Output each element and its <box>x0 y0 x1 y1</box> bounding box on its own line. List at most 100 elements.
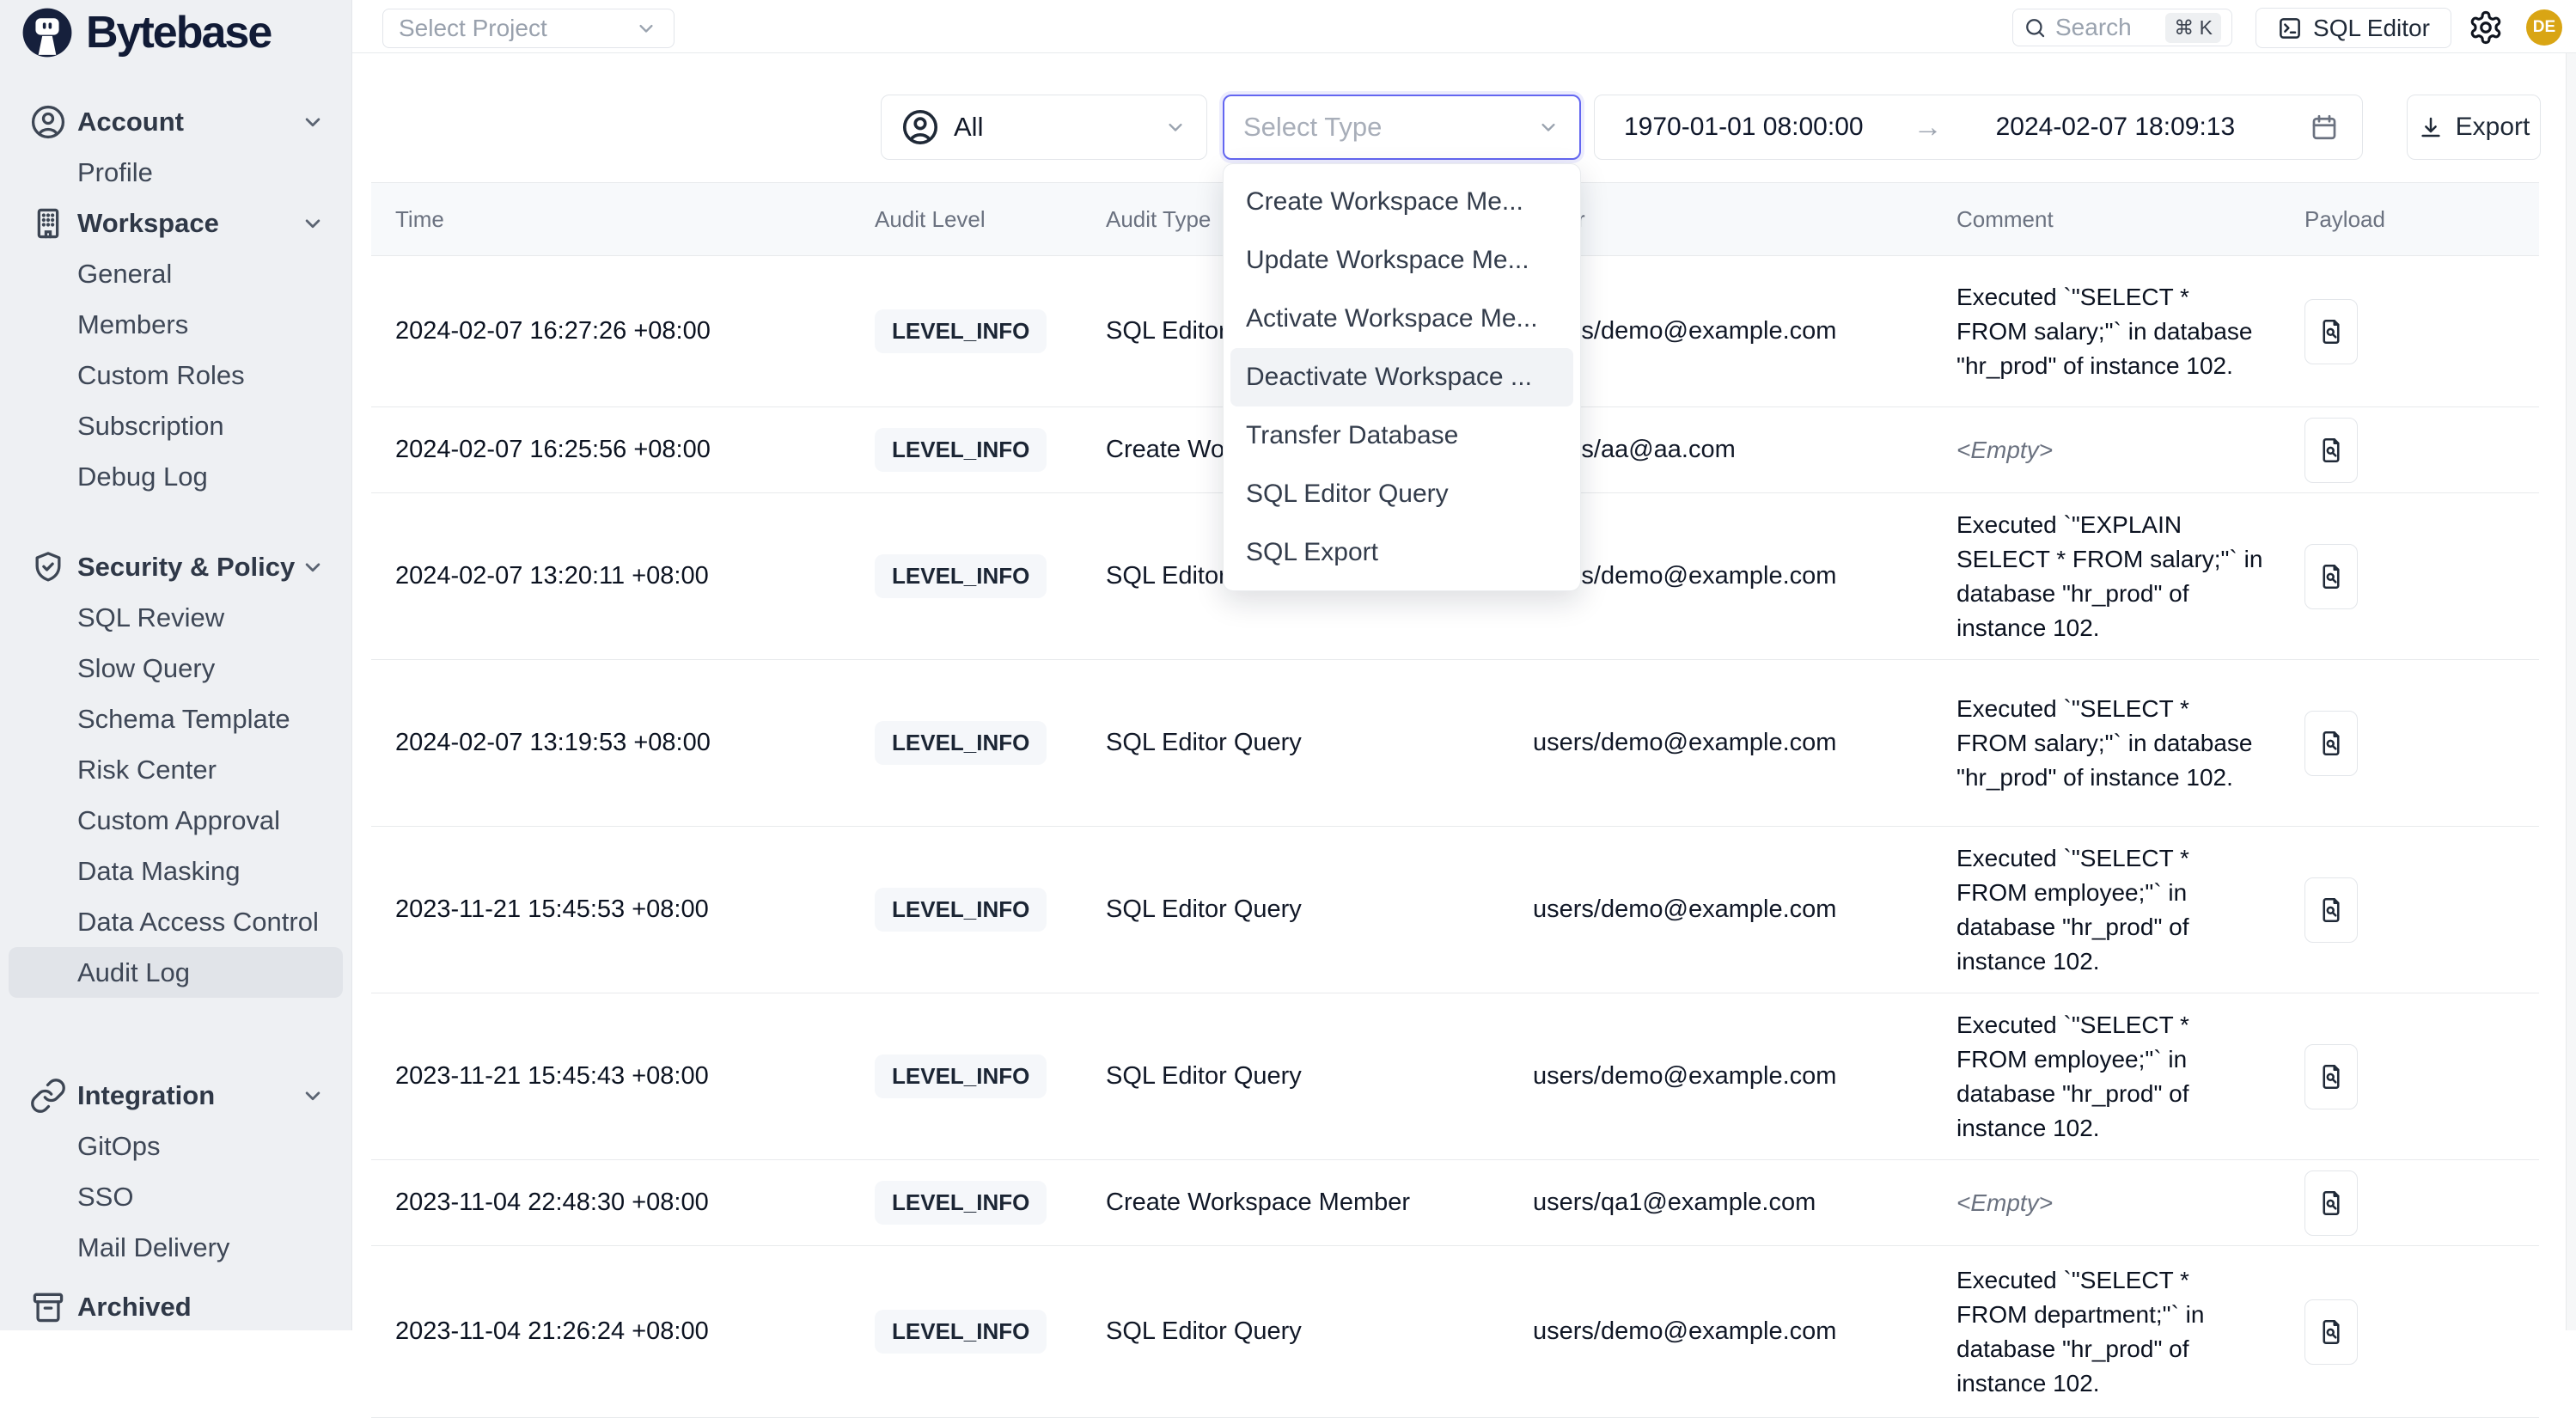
brand-wordmark: Bytebase <box>86 7 271 58</box>
search-input[interactable]: Search ⌘ K <box>2012 9 2232 46</box>
cell-audit-level: LEVEL_INFO <box>875 1181 1106 1225</box>
actor-filter-select[interactable]: All <box>881 95 1207 160</box>
type-filter-select[interactable]: Select Type <box>1223 95 1581 160</box>
sidebar-item-custom-roles[interactable]: Custom Roles <box>9 350 343 400</box>
audit-level-badge: LEVEL_INFO <box>875 309 1047 353</box>
col-header-time: Time <box>371 206 875 233</box>
cell-comment: Executed `"SELECT * FROM department;"` i… <box>1956 1263 2298 1401</box>
sidebar-item-general[interactable]: General <box>9 248 343 299</box>
scrollbar[interactable] <box>2566 53 2576 1330</box>
cell-audit-level: LEVEL_INFO <box>875 721 1106 765</box>
sidebar-item-data-access-control[interactable]: Data Access Control <box>9 896 343 947</box>
cell-actor: users/demo@example.com <box>1533 1062 1956 1091</box>
type-dropdown-option[interactable]: Create Workspace Me... <box>1230 173 1573 231</box>
payload-view-button[interactable] <box>2304 299 2358 364</box>
audit-level-badge: LEVEL_INFO <box>875 721 1047 765</box>
table-row: 2023-11-04 22:48:30 +08:00 LEVEL_INFO Cr… <box>371 1160 2539 1246</box>
bytebase-logo[interactable]: Bytebase <box>21 6 271 59</box>
sidebar-item-schema-template[interactable]: Schema Template <box>9 694 343 744</box>
payload-view-button[interactable] <box>2304 544 2358 609</box>
building-icon <box>29 205 67 242</box>
sidebar-item-data-masking[interactable]: Data Masking <box>9 846 343 896</box>
type-filter-placeholder: Select Type <box>1243 112 1382 143</box>
type-dropdown-option[interactable]: SQL Export <box>1230 523 1573 582</box>
payload-view-button[interactable] <box>2304 418 2358 483</box>
file-search-icon <box>2316 1317 2347 1348</box>
cell-actor: users/demo@example.com <box>1533 895 1956 924</box>
chevron-down-icon <box>300 211 326 236</box>
col-header-payload: Payload <box>2298 206 2515 233</box>
type-dropdown-option[interactable]: Update Workspace Me... <box>1230 231 1573 290</box>
sidebar-group-account[interactable]: Account <box>0 96 351 147</box>
cell-audit-type: SQL Editor Query <box>1106 1317 1533 1346</box>
cell-audit-type: Create Workspace Member <box>1106 1189 1533 1217</box>
cell-actor: users/aa@aa.com <box>1533 436 1956 464</box>
sidebar-item-custom-approval[interactable]: Custom Approval <box>9 795 343 846</box>
type-dropdown-option[interactable]: Deactivate Workspace ... <box>1230 348 1573 406</box>
sidebar-item-gitops[interactable]: GitOps <box>9 1121 343 1171</box>
sidebar-item-sql-review[interactable]: SQL Review <box>9 592 343 643</box>
project-select-label: Select Project <box>399 15 547 42</box>
bytebase-mascot-icon <box>21 6 74 59</box>
date-range-picker[interactable]: 1970-01-01 08:00:00 → 2024-02-07 18:09:1… <box>1594 95 2363 160</box>
cell-time: 2024-02-07 13:20:11 +08:00 <box>371 562 875 590</box>
project-select[interactable]: Select Project <box>382 9 675 48</box>
sidebar-group-integration[interactable]: Integration <box>0 1070 351 1121</box>
payload-view-button[interactable] <box>2304 1299 2358 1365</box>
cell-audit-level: LEVEL_INFO <box>875 1054 1106 1098</box>
shield-check-icon <box>29 548 67 586</box>
sidebar-item-mail-delivery[interactable]: Mail Delivery <box>9 1222 343 1273</box>
cell-time: 2023-11-04 21:26:24 +08:00 <box>371 1317 875 1346</box>
gear-icon[interactable] <box>2468 9 2504 46</box>
file-search-icon <box>2316 316 2347 347</box>
sidebar-item-members[interactable]: Members <box>9 299 343 350</box>
type-dropdown-option[interactable]: Transfer Database <box>1230 406 1573 465</box>
avatar[interactable]: DE <box>2526 9 2562 46</box>
cell-audit-level: LEVEL_INFO <box>875 1310 1106 1354</box>
export-button[interactable]: Export <box>2407 95 2541 160</box>
calendar-icon <box>2309 112 2340 143</box>
date-from-value: 1970-01-01 08:00:00 <box>1624 113 1864 142</box>
cell-time: 2024-02-07 13:19:53 +08:00 <box>371 729 875 757</box>
user-circle-icon <box>29 103 67 141</box>
cell-actor: users/demo@example.com <box>1533 317 1956 345</box>
cell-actor: users/demo@example.com <box>1533 562 1956 590</box>
sidebar-item-sso[interactable]: SSO <box>9 1171 343 1222</box>
sidebar-item-slow-query[interactable]: Slow Query <box>9 643 343 694</box>
actor-filter-value: All <box>954 112 983 143</box>
cell-audit-level: LEVEL_INFO <box>875 554 1106 598</box>
chevron-down-icon <box>300 554 326 580</box>
payload-view-button[interactable] <box>2304 877 2358 943</box>
sidebar-group-workspace[interactable]: Workspace <box>0 198 351 248</box>
cell-time: 2023-11-04 22:48:30 +08:00 <box>371 1189 875 1217</box>
sidebar-item-subscription[interactable]: Subscription <box>9 400 343 451</box>
search-placeholder: Search <box>2055 14 2132 41</box>
sidebar-item-debug-log[interactable]: Debug Log <box>9 451 343 502</box>
sidebar-item-risk-center[interactable]: Risk Center <box>9 744 343 795</box>
payload-view-button[interactable] <box>2304 1044 2358 1109</box>
type-dropdown-option[interactable]: Activate Workspace Me... <box>1230 290 1573 348</box>
sidebar-item-audit-log[interactable]: Audit Log <box>9 947 343 998</box>
audit-level-badge: LEVEL_INFO <box>875 1310 1047 1354</box>
sidebar: Bytebase Account Profile Workspace Gener… <box>0 0 352 1330</box>
terminal-icon <box>2277 15 2303 41</box>
cell-audit-type: SQL Editor Query <box>1106 729 1533 757</box>
chevron-down-icon <box>300 1083 326 1109</box>
payload-view-button[interactable] <box>2304 711 2358 776</box>
chevron-down-icon <box>1536 115 1560 139</box>
sidebar-group-security-policy[interactable]: Security & Policy <box>0 541 351 592</box>
table-row: 2024-02-07 13:19:53 +08:00 LEVEL_INFO SQ… <box>371 660 2539 827</box>
table-row: 2023-11-21 15:45:53 +08:00 LEVEL_INFO SQ… <box>371 827 2539 993</box>
cell-actor: users/demo@example.com <box>1533 729 1956 757</box>
file-search-icon <box>2316 435 2347 466</box>
sidebar-item-profile[interactable]: Profile <box>9 147 343 198</box>
type-dropdown-option[interactable]: SQL Editor Query <box>1230 465 1573 523</box>
sidebar-group-archived[interactable]: Archived <box>0 1281 351 1332</box>
chevron-down-icon <box>300 109 326 135</box>
cell-time: 2024-02-07 16:27:26 +08:00 <box>371 317 875 345</box>
cell-comment: Executed `"SELECT * FROM salary;"` in da… <box>1956 692 2298 795</box>
col-header-actor: Actor <box>1533 206 1956 233</box>
payload-view-button[interactable] <box>2304 1170 2358 1236</box>
sql-editor-button[interactable]: SQL Editor <box>2256 8 2451 48</box>
archive-icon <box>29 1288 67 1326</box>
